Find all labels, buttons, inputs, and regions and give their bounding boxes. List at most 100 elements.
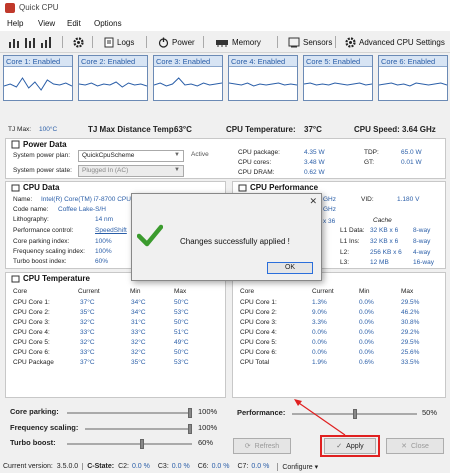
- status-bar: Current version: 3.5.0.0 C-State: C2: 0.…: [0, 460, 450, 473]
- columns-icon[interactable]: [24, 36, 36, 49]
- toolbar-separator: [335, 36, 336, 48]
- thermometer-icon: [11, 275, 20, 283]
- dialog-ok-label: OK: [284, 264, 296, 271]
- column-header: Core: [13, 288, 28, 295]
- core-graph-1[interactable]: Core 1: Enabled: [3, 55, 73, 101]
- cpu-temperature-label: CPU Temperature:: [226, 125, 296, 134]
- table-cell: 1.9%: [312, 359, 327, 366]
- core-parking-index-label: Core parking index:: [13, 238, 70, 245]
- annotation-arrow: [294, 399, 346, 436]
- table-cell: 37°C: [80, 359, 95, 366]
- power-plan-select[interactable]: QuickCpuScheme ▼: [78, 150, 184, 162]
- table-cell: 35°C: [131, 359, 146, 366]
- table-cell: 46.2%: [401, 309, 420, 316]
- logs-icon: [104, 37, 114, 48]
- core-parking-slider-thumb[interactable]: [188, 408, 192, 418]
- advanced-cpu-settings-button[interactable]: Advanced CPU Settings: [345, 36, 445, 49]
- cpu-performance-title: CPU Performance: [250, 183, 319, 192]
- gt-label: GT:: [364, 159, 375, 166]
- tdp-value: 65.0 W: [401, 149, 422, 156]
- l3-size: 12 MB: [370, 259, 389, 266]
- table-cell: CPU Core 3:: [240, 319, 277, 326]
- l3-label: L3:: [340, 259, 350, 266]
- c6-value: 0.0 %: [211, 463, 230, 470]
- table-cell: 30.8%: [401, 319, 420, 326]
- menu-help[interactable]: Help: [7, 19, 23, 28]
- table-cell: 33°C: [131, 329, 146, 336]
- table-cell: 0.6%: [359, 359, 374, 366]
- configure-menu[interactable]: Configure ▾: [277, 462, 319, 471]
- table-cell: 50°C: [174, 319, 189, 326]
- gear-icon[interactable]: [73, 36, 84, 49]
- core-graph-label: Core 5: Enabled: [304, 56, 372, 67]
- dialog-ok-button[interactable]: OK: [267, 262, 313, 274]
- core-graph-6[interactable]: Core 6: Enabled: [378, 55, 448, 101]
- power-data-panel: Power Data System power plan: QuickCpuSc…: [5, 138, 446, 179]
- memory-button[interactable]: Memory: [215, 36, 261, 49]
- power-button[interactable]: Power: [158, 36, 195, 49]
- menu-options[interactable]: Options: [94, 19, 122, 28]
- tdp-label: TDP:: [364, 149, 379, 156]
- tjmax-value: 100°C: [39, 126, 58, 133]
- core-load-line: [79, 81, 147, 88]
- performance-slider-thumb[interactable]: [352, 409, 357, 419]
- l1-ins-label: L1 Ins:: [340, 238, 360, 245]
- cpu-speed-label: CPU Speed:: [354, 125, 400, 134]
- performance-control-link[interactable]: SpeedShift: [95, 227, 127, 234]
- table-cell: CPU Core 2:: [240, 309, 277, 316]
- table-cell: CPU Core 5:: [240, 339, 277, 346]
- core-load-line: [4, 77, 72, 91]
- performance-control-label: Performance control:: [13, 227, 74, 234]
- refresh-icon: ⟳: [244, 443, 251, 450]
- menu-bar: Help View Edit Options: [0, 16, 450, 31]
- close-icon: ✕: [401, 443, 407, 450]
- column-header: Current: [312, 288, 334, 295]
- c2-label: C2:: [118, 463, 129, 470]
- table-cell: 0.0%: [359, 309, 374, 316]
- power-plan-status: Active: [191, 151, 209, 158]
- sensors-button[interactable]: Sensors: [288, 36, 332, 49]
- multiplier-value: x 36: [323, 218, 336, 225]
- table-cell: 0.0%: [312, 329, 327, 336]
- dialog-message: Changes successfully applied !: [180, 237, 290, 246]
- cpu-name-value: Intel(R) Core(TM) i7-8700 CPU: [41, 196, 131, 203]
- turbo-boost-slider-thumb[interactable]: [140, 439, 144, 449]
- table-cell: 29.5%: [401, 299, 420, 306]
- column-header: Max: [174, 288, 187, 295]
- table-cell: 53°C: [174, 309, 189, 316]
- table-cell: CPU Total: [240, 359, 270, 366]
- core-load-trace: [79, 81, 147, 88]
- caret-down-icon: ▾: [314, 463, 319, 471]
- core-graph-5[interactable]: Core 5: Enabled: [303, 55, 373, 101]
- bar-chart-icon[interactable]: [8, 36, 20, 49]
- frequency-scaling-value: 100%: [198, 423, 218, 432]
- memory-icon: [216, 40, 228, 47]
- core-load-trace: [304, 82, 372, 86]
- core-load-trace: [379, 82, 447, 87]
- logs-button[interactable]: Logs: [104, 36, 134, 49]
- performance-label: Performance:: [237, 408, 286, 417]
- toolbar-separator: [62, 36, 63, 48]
- core-graph-2[interactable]: Core 2: Enabled: [78, 55, 148, 101]
- close-button[interactable]: ✕ Close: [386, 438, 444, 454]
- toolbar-separator: [203, 36, 204, 48]
- core-parking-slider[interactable]: [67, 408, 192, 418]
- frequency-scaling-slider-thumb[interactable]: [188, 424, 192, 434]
- turbo-boost-slider[interactable]: [67, 439, 192, 449]
- refresh-button[interactable]: ⟳ Refresh: [233, 438, 291, 454]
- l1-data-size: 32 KB x 6: [370, 227, 399, 234]
- chart-icon[interactable]: [40, 36, 52, 49]
- core-graph-3[interactable]: Core 3: Enabled: [153, 55, 223, 101]
- power-icon: [158, 37, 169, 48]
- menu-edit[interactable]: Edit: [67, 19, 81, 28]
- menu-view[interactable]: View: [38, 19, 55, 28]
- cpu-dram-value: 0.62 W: [304, 169, 325, 176]
- frequency-scaling-slider[interactable]: [85, 424, 192, 434]
- cstate-label: C-State:: [82, 463, 114, 470]
- core-parking-index-value: 100%: [95, 238, 112, 245]
- core-graph-4[interactable]: Core 4: Enabled: [228, 55, 298, 101]
- table-cell: 35°C: [80, 309, 95, 316]
- turbo-boost-index-value: 60%: [95, 258, 109, 265]
- dialog-close-button[interactable]: ✕: [309, 196, 317, 207]
- core-load-line: [229, 82, 297, 87]
